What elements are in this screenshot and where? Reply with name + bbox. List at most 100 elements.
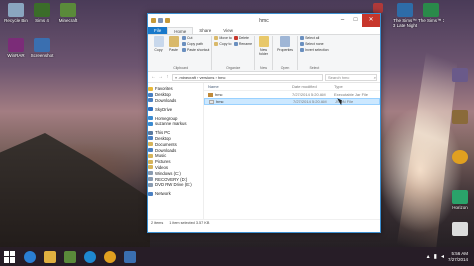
column-date-modified[interactable]: Date modified — [292, 84, 334, 89]
nav-item-icon — [148, 86, 153, 91]
invert-selection-icon — [300, 48, 305, 52]
search-input[interactable]: Search hmc — [328, 75, 349, 80]
tab-share[interactable]: Share — [193, 27, 217, 34]
forward-arrow-icon[interactable]: → — [158, 74, 163, 80]
rename-button[interactable]: Rename — [233, 42, 252, 46]
explorer-window: hmc – □ ✕ File Home Share View Copy Past… — [147, 13, 381, 233]
show-hidden-icons-icon[interactable]: ▴ — [427, 253, 430, 260]
search-box[interactable]: Search hmc ⌕ — [325, 73, 377, 81]
select-all-button[interactable]: Select all — [300, 36, 329, 40]
nav-item-label: DVD RW Drive (E:) — [155, 182, 192, 188]
tab-home[interactable]: Home — [167, 27, 194, 34]
desktop-icon-winrar[interactable]: WinRAR — [2, 38, 30, 58]
invert-selection-button[interactable]: Invert selection — [300, 48, 329, 52]
file-row-selected[interactable]: hmc 7/27/2014 5:20 AM JSON File — [204, 98, 380, 105]
desktop-icon-sims3[interactable]: The Sims™ 3 — [418, 3, 444, 23]
desktop-icon-screenshot[interactable]: Screenshot — [28, 38, 56, 58]
up-arrow-icon[interactable]: ↑ — [165, 74, 170, 80]
json-file-icon — [209, 99, 214, 104]
address-path[interactable]: « .minecraft › versions › hmc — [172, 73, 323, 81]
desktop-icon-game-1[interactable] — [446, 68, 474, 82]
start-button[interactable] — [0, 247, 20, 266]
ribbon-tabs: File Home Share View — [148, 27, 380, 35]
window-title: hmc — [259, 17, 269, 24]
taskbar-file-explorer[interactable] — [40, 247, 60, 266]
sims-icon — [373, 3, 383, 13]
taskbar-chrome[interactable] — [100, 247, 120, 266]
copy-path-icon — [182, 42, 186, 46]
column-type[interactable]: Type — [334, 84, 376, 89]
nav-item[interactable]: Network — [148, 191, 203, 197]
nav-item-icon — [148, 92, 153, 97]
select-none-button[interactable]: Select none — [300, 42, 329, 46]
tab-file[interactable]: File — [148, 27, 168, 34]
network-icon[interactable]: ▮ — [434, 253, 437, 260]
nav-item-icon — [148, 159, 153, 164]
title-bar[interactable]: hmc – □ ✕ — [148, 14, 380, 27]
clock-date: 7/27/2014 — [447, 256, 468, 262]
group-label-organize: Organize — [226, 66, 241, 70]
nav-item-label: Downloads — [155, 97, 177, 103]
desktop-icon-chrome[interactable] — [446, 150, 474, 164]
taskbar-internet-explorer[interactable] — [20, 247, 40, 266]
tab-view[interactable]: View — [217, 27, 239, 34]
nav-item[interactable]: DVD RW Drive (E:) — [148, 182, 203, 188]
back-arrow-icon[interactable]: ← — [151, 74, 156, 80]
clock[interactable]: 5:56 AM 7/27/2014 — [448, 251, 468, 263]
file-row[interactable]: hmc 7/27/2014 5:20 AM Executable Jar Fil… — [204, 91, 380, 98]
selection-info: 1 item selected 3.57 KB — [169, 221, 210, 225]
volume-icon[interactable]: ◂ — [441, 253, 444, 260]
taskbar-screenshot[interactable] — [120, 247, 140, 266]
copy-path-button[interactable]: Copy path — [182, 42, 209, 46]
column-name[interactable]: Name — [208, 84, 292, 89]
taskbar: ▴ ▮ ◂ 5:56 AM 7/27/2014 — [0, 247, 474, 266]
properties-button[interactable]: Properties — [275, 36, 295, 52]
nav-item-icon — [148, 107, 153, 112]
taskbar-minecraft[interactable] — [60, 247, 80, 266]
winrar-icon — [8, 38, 24, 52]
desktop-icon-app[interactable] — [446, 222, 474, 236]
nav-item-label: Favorites — [155, 86, 173, 92]
jar-file-icon — [208, 92, 213, 97]
hp-icon — [84, 250, 96, 263]
nav-item[interactable]: suzanne markus — [148, 121, 203, 127]
desktop-icon-sims3-late-night[interactable]: The Sims™ 3 Late Night — [392, 3, 418, 28]
chrome-icon — [452, 150, 468, 164]
new-folder-button[interactable]: New folder — [257, 36, 270, 56]
copy-to-button[interactable]: Copy to — [214, 42, 231, 46]
paste-button[interactable]: Paste — [167, 36, 180, 52]
taskbar-hp[interactable] — [80, 247, 100, 266]
group-label-clipboard: Clipboard — [173, 66, 189, 70]
ribbon-group-new: New folder New — [255, 36, 274, 70]
nav-item[interactable]: Downloads — [148, 98, 203, 104]
cut-button[interactable]: Cut — [182, 36, 209, 40]
desktop-icon-sims4[interactable]: Sims 4 — [28, 3, 56, 23]
nav-item-label: Desktop — [155, 92, 171, 98]
app-icon — [452, 222, 468, 236]
desktop-icon-minecraft[interactable]: Minecraft — [54, 3, 82, 23]
desktop-icon-recycle-bin[interactable]: Recycle Bin — [2, 3, 30, 23]
nav-item-icon — [148, 142, 153, 147]
nav-item-label: Documents — [155, 141, 177, 147]
sims-icon — [423, 3, 439, 17]
desktop-icon-sims3-small[interactable] — [364, 3, 392, 13]
desktop-icon-game-2[interactable] — [446, 110, 474, 124]
select-none-icon — [300, 42, 305, 46]
group-label-select: Select — [309, 66, 320, 70]
sims-icon — [397, 3, 413, 17]
paste-shortcut-button[interactable]: Paste shortcut — [182, 48, 209, 52]
minecraft-icon — [64, 250, 76, 263]
address-bar-row: ← → ↑ « .minecraft › versions › hmc Sear… — [148, 72, 380, 83]
copy-button[interactable]: Copy — [152, 36, 165, 52]
nav-item-icon — [148, 165, 153, 170]
move-to-button[interactable]: Move to — [214, 36, 232, 40]
navigation-pane: Favorites Desktop Downloads SkyDrive Homegro… — [148, 83, 204, 219]
move-icon — [214, 36, 219, 40]
desktop-icon-horizon[interactable]: Horizon — [446, 190, 474, 210]
nav-item-icon — [148, 177, 153, 182]
horizon-icon — [452, 190, 468, 204]
nav-item-icon — [148, 182, 153, 187]
new-folder-icon — [258, 36, 269, 47]
delete-button[interactable]: Delete — [233, 36, 252, 40]
nav-item[interactable]: SkyDrive — [148, 106, 203, 112]
